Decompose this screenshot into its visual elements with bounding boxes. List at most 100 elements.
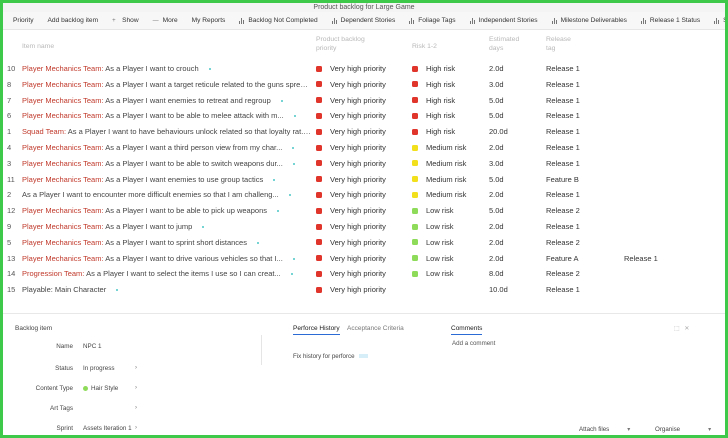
toolbar-item-show[interactable]: + Show bbox=[112, 17, 139, 24]
organise-button[interactable]: Organise ▾ bbox=[655, 426, 711, 433]
row-title[interactable]: Player Mechanics Team: As a Player I wan… bbox=[22, 143, 312, 152]
estimate-cell[interactable]: 5.0d bbox=[489, 111, 504, 120]
field-value-status[interactable]: In progress bbox=[83, 365, 115, 372]
priority-cell[interactable]: Very high priority bbox=[316, 269, 386, 278]
estimate-cell[interactable]: 2.0d bbox=[489, 238, 504, 247]
col-header-risk[interactable]: Risk 1-2 bbox=[412, 42, 437, 51]
estimate-cell[interactable]: 2.0d bbox=[489, 254, 504, 263]
tab-acceptance-criteria[interactable]: Acceptance Criteria bbox=[347, 325, 404, 332]
toolbar-item-release-1-status[interactable]: Release 1 Status bbox=[640, 17, 700, 24]
expand-icon[interactable]: ⬚ bbox=[674, 326, 680, 332]
estimate-cell[interactable]: 2.0d bbox=[489, 64, 504, 73]
field-value-name[interactable]: NPC 1 bbox=[83, 343, 102, 350]
estimate-cell[interactable]: 5.0d bbox=[489, 96, 504, 105]
risk-cell[interactable]: Low risk bbox=[412, 254, 454, 263]
row-title[interactable]: Player Mechanics Team: As a Player I wan… bbox=[22, 175, 312, 184]
release-cell[interactable]: Release 1 bbox=[546, 143, 580, 152]
table-row[interactable]: 9 Player Mechanics Team: As a Player I wa… bbox=[3, 219, 725, 235]
estimate-cell[interactable]: 5.0d bbox=[489, 175, 504, 184]
col-header-name[interactable]: Item name bbox=[22, 42, 54, 51]
table-row[interactable]: 6 Player Mechanics Team: As a Player I wa… bbox=[3, 108, 725, 124]
estimate-cell[interactable]: 5.0d bbox=[489, 206, 504, 215]
row-title[interactable]: As a Player I want to encounter more dif… bbox=[22, 190, 312, 199]
toolbar-item-priority[interactable]: Priority bbox=[13, 17, 34, 24]
panel-controls[interactable]: ⬚ ✕ bbox=[674, 325, 689, 332]
col-header-estimate[interactable]: Estimated days bbox=[489, 35, 529, 53]
priority-cell[interactable]: Very high priority bbox=[316, 238, 386, 247]
risk-cell[interactable]: High risk bbox=[412, 80, 455, 89]
row-title[interactable]: Player Mechanics Team: As a Player I wan… bbox=[22, 238, 312, 247]
priority-cell[interactable]: Very high priority bbox=[316, 127, 386, 136]
row-title[interactable]: Player Mechanics Team: As a Player I wan… bbox=[22, 96, 312, 105]
row-title[interactable]: Playable: Main Character bbox=[22, 285, 312, 294]
release-cell[interactable]: Release 1 bbox=[546, 222, 580, 231]
estimate-cell[interactable]: 3.0d bbox=[489, 159, 504, 168]
table-row[interactable]: 14 Progression Team: As a Player I want t… bbox=[3, 266, 725, 282]
priority-cell[interactable]: Very high priority bbox=[316, 111, 386, 120]
release-cell[interactable]: Release 1 bbox=[546, 190, 580, 199]
row-title[interactable]: Player Mechanics Team: As a Player I wan… bbox=[22, 159, 312, 168]
priority-cell[interactable]: Very high priority bbox=[316, 64, 386, 73]
table-row[interactable]: 7 Player Mechanics Team: As a Player I wa… bbox=[3, 93, 725, 109]
release-cell[interactable]: Feature A bbox=[546, 254, 579, 263]
release-cell[interactable]: Release 2 bbox=[546, 238, 580, 247]
toolbar-item-my-reports[interactable]: My Reports bbox=[192, 17, 226, 24]
risk-cell[interactable]: Low risk bbox=[412, 238, 454, 247]
row-title[interactable]: Player Mechanics Team: As a Player I wan… bbox=[22, 64, 312, 73]
release-cell[interactable]: Release 1 bbox=[546, 80, 580, 89]
toolbar-item-milestone-deliverables[interactable]: Milestone Deliverables bbox=[551, 17, 627, 24]
chevron-right-icon[interactable]: › bbox=[135, 365, 137, 371]
table-row[interactable]: 12 Player Mechanics Team: As a Player I w… bbox=[3, 203, 725, 219]
release-cell[interactable]: Release 1 bbox=[546, 285, 580, 294]
estimate-cell[interactable]: 3.0d bbox=[489, 80, 504, 89]
toolbar-item-foliage-tags[interactable]: Foliage Tags bbox=[409, 17, 456, 24]
tab-perforce-history[interactable]: Perforce History bbox=[293, 325, 340, 335]
row-title[interactable]: Player Mechanics Team: As a Player I wan… bbox=[22, 111, 312, 120]
row-title[interactable]: Squad Team: As a Player I want to have b… bbox=[22, 127, 312, 136]
table-row[interactable]: 1 Squad Team: As a Player I want to have … bbox=[3, 124, 725, 140]
risk-cell[interactable]: Medium risk bbox=[412, 159, 466, 168]
risk-cell[interactable]: Low risk bbox=[412, 206, 454, 215]
chevron-right-icon[interactable]: › bbox=[135, 425, 137, 431]
attach-files-button[interactable]: Attach files ▾ bbox=[579, 426, 630, 433]
risk-cell[interactable]: Medium risk bbox=[412, 143, 466, 152]
priority-cell[interactable]: Very high priority bbox=[316, 159, 386, 168]
priority-cell[interactable]: Very high priority bbox=[316, 190, 386, 199]
col-header-priority[interactable]: Product backlog priority bbox=[316, 35, 386, 53]
table-row[interactable]: 10 Player Mechanics Team: As a Player I w… bbox=[3, 61, 725, 77]
table-row[interactable]: 11 Player Mechanics Team: As a Player I w… bbox=[3, 172, 725, 188]
table-row[interactable]: 13 Player Mechanics Team: As a Player I w… bbox=[3, 251, 725, 267]
field-value-sprint[interactable]: Assets Iteration 1 bbox=[83, 425, 132, 432]
risk-cell[interactable]: High risk bbox=[412, 96, 455, 105]
table-row[interactable]: 3 Player Mechanics Team: As a Player I wa… bbox=[3, 156, 725, 172]
release-cell[interactable]: Feature B bbox=[546, 175, 579, 184]
table-row[interactable]: 8 Player Mechanics Team: As a Player I wa… bbox=[3, 77, 725, 93]
row-title[interactable]: Player Mechanics Team: As a Player I wan… bbox=[22, 80, 312, 89]
release-cell[interactable]: Release 2 bbox=[546, 206, 580, 215]
risk-cell[interactable]: Medium risk bbox=[412, 175, 466, 184]
risk-cell[interactable]: Low risk bbox=[412, 269, 454, 278]
toolbar-item-backlog-not-completed[interactable]: Backlog Not Completed bbox=[239, 17, 318, 24]
risk-cell[interactable]: High risk bbox=[412, 111, 455, 120]
priority-cell[interactable]: Very high priority bbox=[316, 222, 386, 231]
priority-cell[interactable]: Very high priority bbox=[316, 143, 386, 152]
chevron-right-icon[interactable]: › bbox=[135, 385, 137, 391]
row-title[interactable]: Player Mechanics Team: As a Player I wan… bbox=[22, 254, 312, 263]
toolbar-item-independent-stories[interactable]: Independent Stories bbox=[469, 17, 538, 24]
toolbar-item-status[interactable]: Status bbox=[714, 17, 725, 24]
priority-cell[interactable]: Very high priority bbox=[316, 206, 386, 215]
priority-cell[interactable]: Very high priority bbox=[316, 254, 386, 263]
row-title[interactable]: Progression Team: As a Player I want to … bbox=[22, 269, 312, 278]
estimate-cell[interactable]: 2.0d bbox=[489, 190, 504, 199]
estimate-cell[interactable]: 10.0d bbox=[489, 285, 508, 294]
risk-cell[interactable]: Low risk bbox=[412, 222, 454, 231]
release-cell[interactable]: Release 1 bbox=[546, 111, 580, 120]
risk-cell[interactable]: High risk bbox=[412, 64, 455, 73]
risk-cell[interactable]: High risk bbox=[412, 127, 455, 136]
risk-cell[interactable]: Medium risk bbox=[412, 190, 466, 199]
estimate-cell[interactable]: 2.0d bbox=[489, 143, 504, 152]
table-row[interactable]: 4 Player Mechanics Team: As a Player I wa… bbox=[3, 140, 725, 156]
add-comment-input[interactable]: Add a comment bbox=[452, 340, 495, 347]
estimate-cell[interactable]: 8.0d bbox=[489, 269, 504, 278]
priority-cell[interactable]: Very high priority bbox=[316, 96, 386, 105]
